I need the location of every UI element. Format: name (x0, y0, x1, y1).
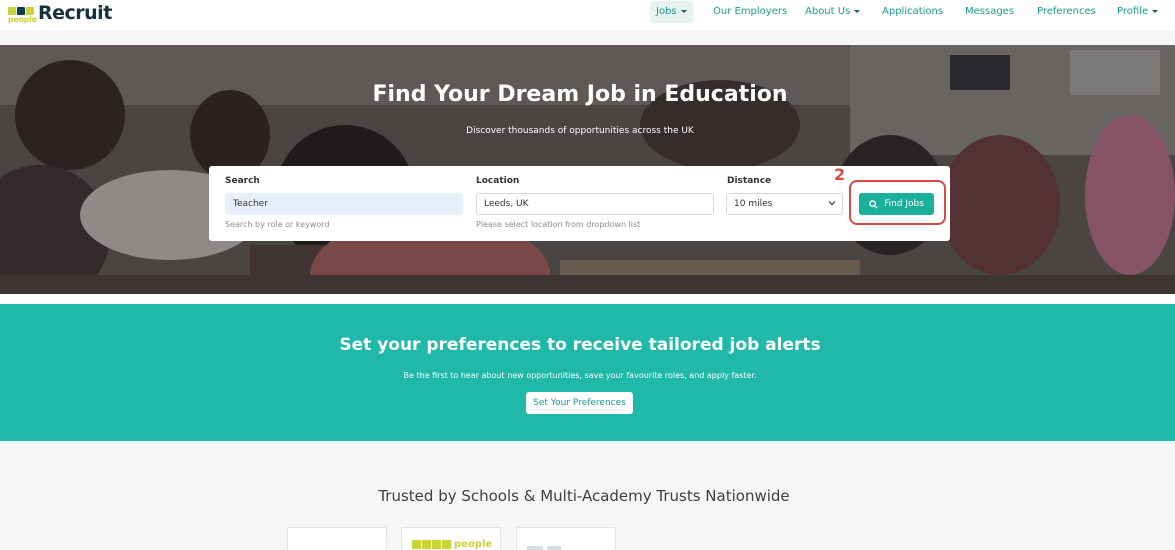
partner-logo-card: people (401, 527, 501, 550)
nav-item-label: Profile (1117, 6, 1149, 17)
preferences-banner: Set your preferences to receive tailored… (0, 304, 1175, 441)
caret-down-icon (854, 9, 861, 13)
nav-item-applications[interactable]: Applications (882, 1, 943, 23)
nav-item-profile[interactable]: Profile (1117, 1, 1159, 23)
trusted-by-title: Trusted by Schools & Multi-Academy Trust… (378, 487, 790, 505)
nav-item-label: Jobs (656, 6, 677, 17)
brand-logo[interactable]: people Recruit (8, 2, 112, 24)
hero-subtitle: Discover thousands of opportunities acro… (466, 126, 694, 136)
search-input[interactable]: Teacher (225, 193, 463, 215)
nav-item-our-employers[interactable]: Our Employers (713, 1, 787, 23)
navbar: people Recruit Jobs Our Employers About … (0, 0, 1175, 30)
nav-item-label: About Us (805, 6, 851, 17)
nav-item-label: Our Employers (713, 6, 788, 17)
trusted-by-section: Trusted by Schools & Multi-Academy Trust… (0, 441, 1175, 550)
hero-title: Find Your Dream Job in Education (372, 82, 788, 107)
partner-logo-image (527, 546, 561, 550)
nav-item-label: Applications (882, 6, 944, 17)
set-preferences-button[interactable]: Set Your Preferences (526, 392, 633, 414)
nav-item-preferences[interactable]: Preferences (1037, 1, 1096, 23)
location-label: Location (476, 176, 520, 186)
chevron-down-icon (828, 201, 836, 206)
partner-logo-card (516, 527, 616, 550)
distance-select-value: 10 miles (734, 199, 773, 209)
nav-item-about-us[interactable]: About Us (805, 1, 861, 23)
page: people Recruit Jobs Our Employers About … (0, 0, 1175, 550)
section-gap (0, 294, 1175, 304)
nav-item-messages[interactable]: Messages (965, 1, 1014, 23)
caret-down-icon (680, 9, 687, 13)
logo-text: Recruit (38, 2, 112, 24)
search-help-text: Search by role or keyword (225, 220, 330, 229)
location-input[interactable]: Leeds, UK (476, 193, 714, 215)
caret-down-icon (1152, 9, 1159, 13)
logo-people-text: people (8, 15, 37, 24)
step-number-annotation: 2 (834, 165, 846, 184)
highlight-box-annotation (849, 180, 946, 225)
nav-item-jobs[interactable]: Jobs (650, 1, 693, 23)
distance-label: Distance (727, 176, 772, 186)
nav-item-label: Preferences (1037, 6, 1096, 17)
location-help-text: Please select location from dropdown lis… (476, 220, 641, 229)
preferences-banner-title: Set your preferences to receive tailored… (339, 335, 821, 355)
search-label: Search (225, 176, 260, 186)
preferences-banner-subtitle: Be the first to hear about new opportuni… (403, 371, 757, 380)
partner-logo-text: people (454, 539, 493, 550)
distance-select[interactable]: 10 miles (726, 193, 843, 215)
nav-item-label: Messages (965, 6, 1015, 17)
logo-mark-icon: people (8, 4, 38, 24)
partner-logo-card (287, 527, 387, 550)
